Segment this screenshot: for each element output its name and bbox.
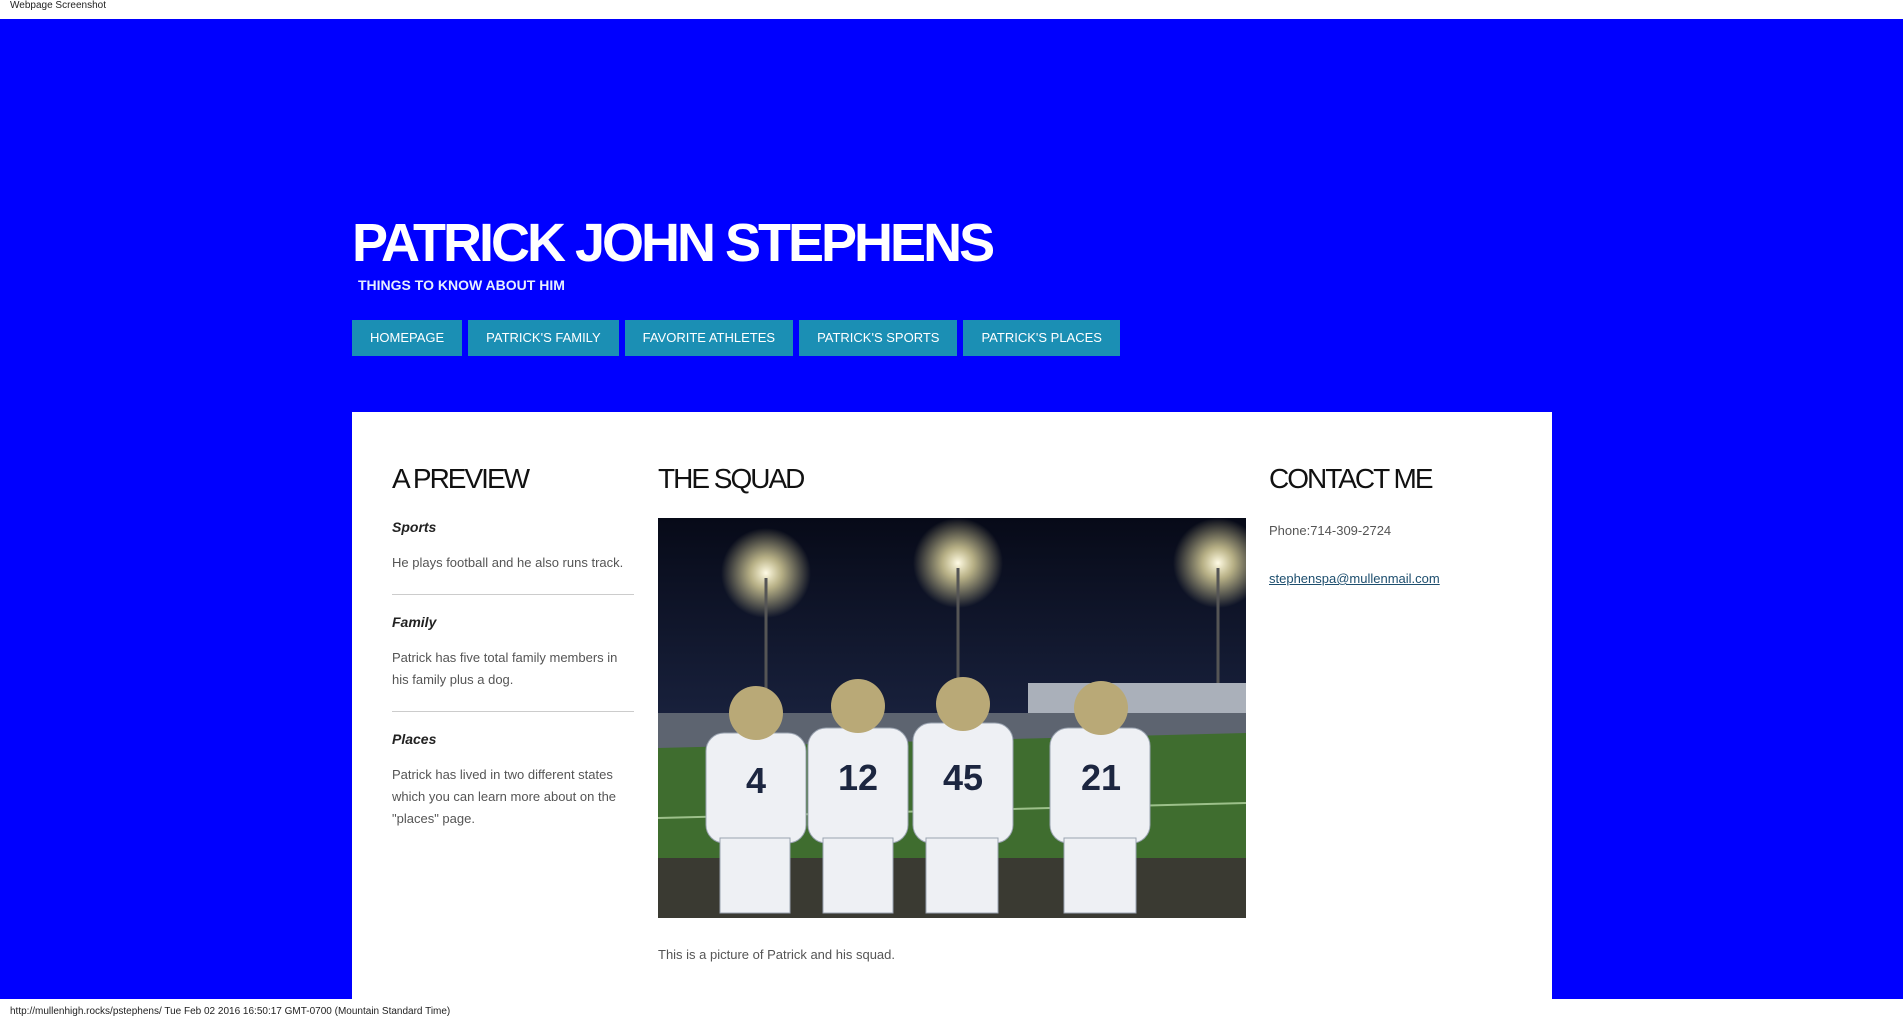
contact-heading: CONTACT ME [1269,463,1434,494]
preview-column: A PREVIEW Sports He plays football and h… [392,464,634,850]
nav-favorite-athletes[interactable]: FAVORITE ATHLETES [624,320,794,356]
contact-phone: Phone:714-309-2724 [1269,523,1392,538]
capture-title: Webpage Screenshot [10,0,106,11]
site-tagline: THINGS TO KNOW ABOUT HIM [358,277,565,293]
content-panel: A PREVIEW Sports He plays football and h… [352,412,1552,999]
preview-item-places: Places Patrick has lived in two differen… [392,711,634,850]
preview-item-sports: Sports He plays football and he also run… [392,518,634,594]
site-header: PATRICK JOHN STEPHENS THINGS TO KNOW ABO… [352,215,995,293]
preview-item-title: Places [392,731,437,747]
squad-photo: 4 12 45 21 [658,518,1246,918]
nav-patricks-family[interactable]: PATRICK'S FAMILY [468,320,619,356]
site-title[interactable]: PATRICK JOHN STEPHENS [352,215,995,271]
status-bar: http://mullenhigh.rocks/pstephens/ Tue F… [10,1006,451,1017]
squad-heading: THE SQUAD [658,463,805,494]
squad-column: THE SQUAD 4 12 45 21 This is a picture o… [658,464,1246,964]
nav-patricks-places[interactable]: PATRICK'S PLACES [963,320,1120,356]
preview-item-text: He plays football and he also runs track… [392,555,624,570]
nav-patricks-sports[interactable]: PATRICK'S SPORTS [799,320,958,356]
contact-column: CONTACT ME Phone:714-309-2724 stephenspa… [1269,464,1519,588]
preview-heading: A PREVIEW [392,463,530,494]
jersey-number: 21 [1081,757,1121,798]
preview-item-title: Family [392,614,437,630]
squad-caption: This is a picture of Patrick and his squ… [658,947,896,962]
preview-item-family: Family Patrick has five total family mem… [392,594,634,711]
preview-item-text: Patrick has five total family members in… [392,650,618,687]
squad-photo-illustration: 4 12 45 21 [658,518,1246,918]
jersey-number: 4 [746,760,766,801]
nav-homepage[interactable]: HOMEPAGE [352,320,463,356]
preview-item-title: Sports [392,519,437,535]
contact-email-link[interactable]: stephenspa@mullenmail.com [1269,570,1440,588]
jersey-number: 12 [838,757,878,798]
preview-item-text: Patrick has lived in two different state… [392,767,617,826]
jersey-number: 45 [943,757,983,798]
main-nav: HOMEPAGE PATRICK'S FAMILY FAVORITE ATHLE… [352,320,1120,356]
site-background: PATRICK JOHN STEPHENS THINGS TO KNOW ABO… [0,19,1903,999]
